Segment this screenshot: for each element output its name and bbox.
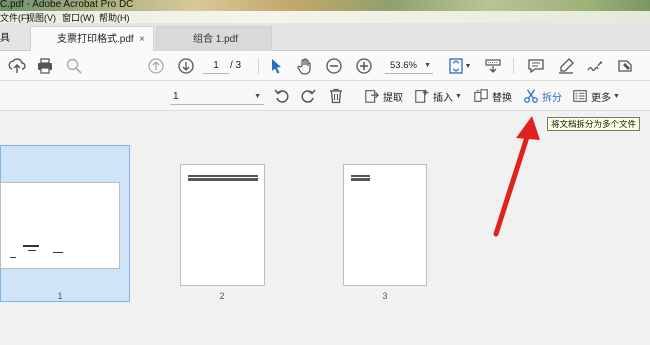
zoom-level-select[interactable]: 53.6% ▼ (385, 58, 433, 74)
insert-button[interactable]: 插入 ▼ (414, 87, 462, 105)
chevron-down-icon: ▼ (424, 62, 431, 69)
replace-label: 替换 (492, 92, 512, 104)
insert-icon (415, 89, 429, 103)
tab-close-icon[interactable]: × (139, 27, 145, 52)
more-button[interactable]: 更多 ▼ (572, 87, 620, 105)
rotate-left-icon[interactable] (272, 86, 292, 106)
thumbnail-label-2: 2 (219, 291, 225, 301)
thumbnail-label-3: 3 (382, 291, 388, 301)
page-content-line (188, 177, 258, 178)
extract-button[interactable]: 提取 (364, 87, 403, 105)
thumbnail-page-2[interactable] (180, 164, 265, 286)
scissors-icon (524, 89, 538, 103)
main-toolbar: 1 / 3 53.6% ▼ ▼ (0, 51, 650, 81)
highlight-pen-icon[interactable] (556, 56, 576, 76)
more-label: 更多 (591, 92, 611, 104)
separator (513, 58, 514, 74)
print-icon[interactable] (35, 56, 55, 76)
sign-icon[interactable] (585, 56, 605, 76)
fit-page-icon[interactable] (446, 56, 466, 76)
tab-tools-label: 具 (0, 33, 10, 44)
chevron-down-icon: ▼ (613, 92, 620, 100)
select-cursor-icon[interactable] (266, 56, 286, 76)
extract-icon (365, 90, 380, 103)
delete-icon[interactable] (326, 86, 346, 106)
page-total: / 3 (230, 60, 242, 71)
split-tooltip: 将文档拆分为多个文件 (547, 117, 641, 131)
zoom-in-icon[interactable] (354, 56, 374, 76)
page-number-input[interactable]: 1 (203, 58, 229, 74)
page-content-line (351, 177, 370, 178)
page-content-line (10, 257, 16, 258)
separator (258, 58, 259, 74)
hand-tool-icon[interactable] (295, 56, 315, 76)
thumbnail-page-1[interactable] (0, 182, 120, 269)
chevron-down-icon: ▼ (455, 92, 462, 100)
split-label: 拆分 (542, 92, 562, 104)
split-button[interactable]: 拆分 (523, 87, 562, 105)
page-content-line (23, 245, 39, 247)
zoom-level-value: 53.6% (390, 60, 417, 71)
scroll-mode-icon[interactable] (483, 56, 503, 76)
page-range-select[interactable]: 1 ▼ (170, 88, 264, 105)
fill-sign-icon[interactable] (615, 56, 635, 76)
chevron-down-icon: ▼ (254, 93, 261, 100)
page-content-line (28, 250, 36, 251)
upload-icon[interactable] (7, 56, 27, 76)
window-title: C.pdf - Adobe Acrobat Pro DC (0, 0, 134, 10)
rotate-right-icon[interactable] (298, 86, 318, 106)
search-icon[interactable] (64, 56, 84, 76)
thumbnail-label-1: 1 (57, 291, 63, 301)
insert-label: 插入 (433, 92, 453, 104)
comment-icon[interactable] (526, 56, 546, 76)
tab-active-document[interactable]: 支票打印格式.pdf × (30, 26, 154, 51)
tab-inactive-label: 组合 1.pdf (193, 34, 239, 45)
document-tabs: 具 支票打印格式.pdf × 组合 1.pdf (0, 23, 650, 51)
page-content-line (53, 252, 63, 253)
thumbnail-page-3[interactable] (343, 164, 427, 286)
tab-tools[interactable]: 具 (0, 26, 28, 51)
chevron-down-icon[interactable]: ▼ (464, 56, 472, 76)
page-content-line (351, 175, 370, 181)
next-page-icon[interactable] (176, 56, 196, 76)
zoom-out-icon[interactable] (324, 56, 344, 76)
page-range-value: 1 (173, 91, 179, 102)
more-icon (573, 90, 587, 102)
replace-icon (474, 89, 488, 102)
tab-inactive-document[interactable]: 组合 1.pdf (156, 26, 272, 51)
extract-label: 提取 (383, 92, 403, 104)
previous-page-icon[interactable] (146, 56, 166, 76)
menu-bar: 文件(F) 视图(V) 窗口(W) 帮助(H) (0, 11, 650, 23)
replace-button[interactable]: 替换 (473, 87, 512, 105)
page-content-line (188, 175, 258, 181)
title-bar: C.pdf - Adobe Acrobat Pro DC (0, 0, 650, 11)
organize-toolbar: 1 ▼ 提取 插入 ▼ 替换 拆分 更多 ▼ (0, 81, 650, 111)
tab-active-label: 支票打印格式.pdf (57, 34, 134, 45)
